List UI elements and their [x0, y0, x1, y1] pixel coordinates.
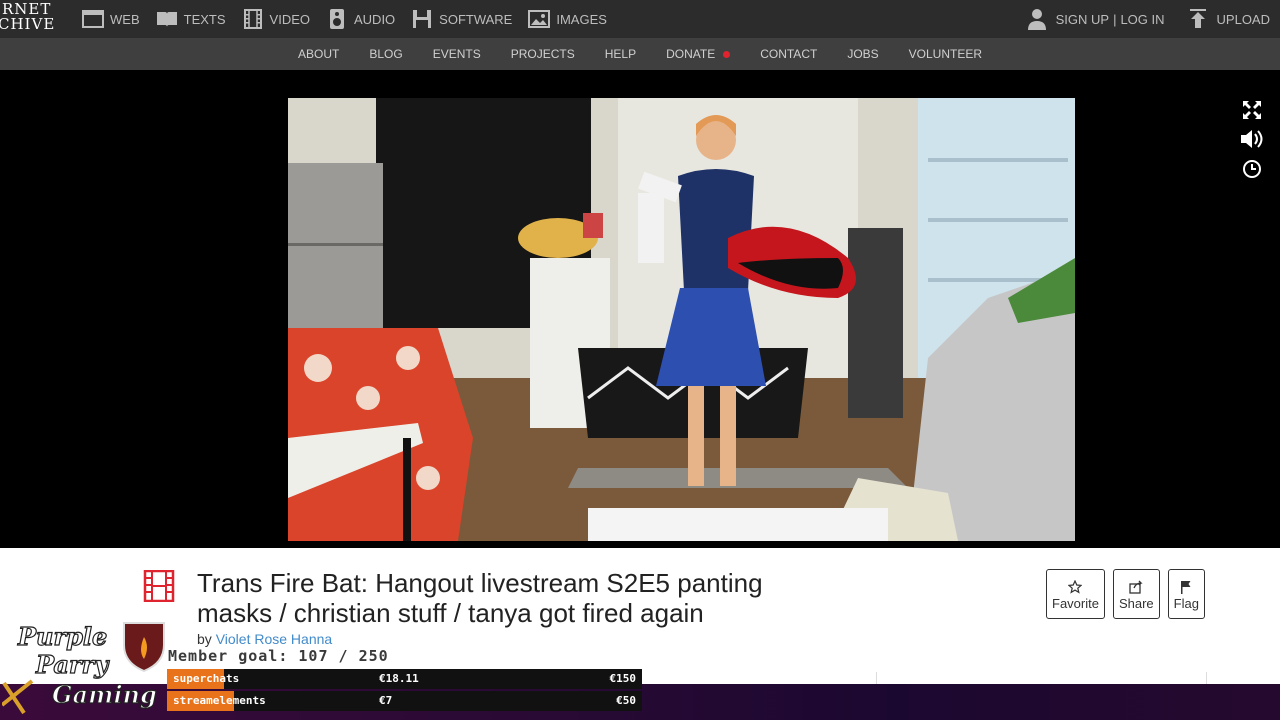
- streamelements-label: streamelements: [173, 694, 266, 707]
- subnav-volunteer[interactable]: VOLUNTEER: [909, 47, 982, 61]
- author-link[interactable]: Violet Rose Hanna: [216, 631, 332, 647]
- secondary-nav: ABOUT BLOG EVENTS PROJECTS HELP DONATE C…: [0, 38, 1280, 70]
- byline: by Violet Rose Hanna: [197, 631, 332, 647]
- by-label: by: [197, 631, 212, 647]
- image-icon: [528, 9, 551, 29]
- logo-word-2: Parry: [35, 650, 110, 679]
- nav-audio[interactable]: AUDIO: [326, 9, 395, 29]
- nav-software[interactable]: SOFTWARE: [411, 9, 512, 29]
- fullscreen-icon[interactable]: [1240, 98, 1264, 122]
- logo-word-1: Purple: [17, 622, 107, 651]
- subnav-donate[interactable]: DONATE: [666, 47, 731, 61]
- favorite-label: Favorite: [1052, 595, 1099, 611]
- nav-video-label: VIDEO: [269, 11, 310, 27]
- streamelements-current: €7: [379, 694, 393, 707]
- channel-logo: Purple Parry Gaming: [0, 615, 168, 715]
- donate-heart-icon: [723, 50, 731, 58]
- nav-software-label: SOFTWARE: [439, 11, 513, 27]
- superchats-goal-bar: superchats €18.11 €150: [167, 669, 642, 689]
- media-nav: WEB TEXTS VIDEO AUDIO SOFTWARE IMAGES: [82, 0, 623, 38]
- logo-word-3: Gaming: [52, 680, 157, 709]
- favorite-button[interactable]: Favorite: [1046, 569, 1105, 619]
- account-separator: |: [1113, 11, 1117, 27]
- subnav-contact[interactable]: CONTACT: [760, 47, 817, 61]
- nav-audio-label: AUDIO: [354, 11, 396, 27]
- streamelements-goal-bar: streamelements €7 €50: [167, 691, 642, 711]
- video-frame[interactable]: [288, 98, 1075, 541]
- login-link[interactable]: LOG IN: [1120, 12, 1164, 27]
- subnav-donate-label: DONATE: [666, 47, 716, 61]
- subnav-help[interactable]: HELP: [605, 47, 636, 61]
- share-icon: [1129, 578, 1143, 596]
- nav-web-label: WEB: [110, 11, 140, 27]
- account-nav: SIGN UP | LOG IN UPLOAD: [1026, 0, 1270, 38]
- subnav-projects[interactable]: PROJECTS: [511, 47, 575, 61]
- nav-web[interactable]: WEB: [82, 9, 140, 29]
- star-icon: [1068, 578, 1083, 596]
- web-icon: [82, 9, 104, 29]
- volume-icon[interactable]: [1240, 127, 1264, 151]
- item-title: Trans Fire Bat: Hangout livestream S2E5 …: [197, 568, 763, 628]
- divider: [1206, 672, 1207, 684]
- movie-type-icon: [143, 569, 175, 603]
- upload-label: UPLOAD: [1216, 11, 1270, 27]
- subnav-jobs[interactable]: JOBS: [847, 47, 878, 61]
- divider: [876, 672, 877, 684]
- user-icon: [1026, 8, 1048, 30]
- flag-label: Flag: [1173, 595, 1199, 611]
- speaker-icon: [326, 9, 348, 29]
- film-icon: [242, 9, 264, 29]
- member-goal-text: Member goal: 107 / 250: [168, 647, 389, 665]
- archive-logo[interactable]: ERNET CHIVE: [0, 0, 68, 38]
- superchats-label: superchats: [173, 672, 240, 685]
- nav-texts-label: TEXTS: [183, 11, 226, 27]
- subnav-about[interactable]: ABOUT: [298, 47, 339, 61]
- video-scene-image: [288, 98, 1075, 541]
- flag-icon: [1179, 578, 1193, 596]
- clock-icon[interactable]: [1240, 157, 1264, 181]
- logo-line-2: CHIVE: [0, 15, 56, 33]
- nav-video[interactable]: VIDEO: [242, 9, 310, 29]
- flag-button[interactable]: Flag: [1167, 569, 1205, 619]
- signup-link[interactable]: SIGN UP: [1056, 12, 1109, 27]
- subnav-blog[interactable]: BLOG: [369, 47, 402, 61]
- share-button[interactable]: Share: [1112, 569, 1160, 619]
- upload-icon: [1187, 8, 1209, 30]
- streamelements-target: €50: [616, 694, 636, 707]
- nav-images[interactable]: IMAGES: [528, 9, 607, 29]
- upload-button[interactable]: UPLOAD: [1187, 8, 1270, 30]
- item-actions: Favorite Share Flag: [1046, 569, 1213, 619]
- top-nav: ERNET CHIVE WEB TEXTS VIDEO AUDIO: [0, 0, 1280, 38]
- superchats-current: €18.11: [379, 672, 419, 685]
- share-label: Share: [1118, 595, 1154, 611]
- superchats-target: €150: [609, 672, 637, 685]
- video-player: [0, 70, 1280, 548]
- nav-texts[interactable]: TEXTS: [156, 9, 226, 29]
- book-icon: [156, 9, 178, 29]
- subnav-events[interactable]: EVENTS: [433, 47, 481, 61]
- floppy-icon: [411, 9, 433, 29]
- nav-images-label: IMAGES: [556, 11, 607, 27]
